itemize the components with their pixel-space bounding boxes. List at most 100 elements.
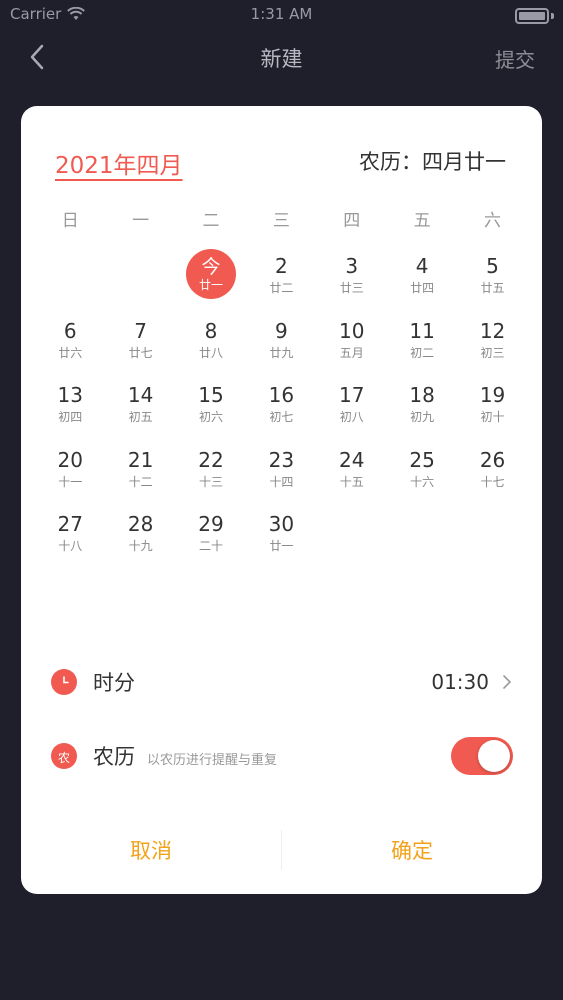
time-row[interactable]: 时分 01:30	[51, 662, 513, 702]
day-cell[interactable]: 21 十二	[105, 443, 175, 508]
status-bar: Carrier 1:31 AM	[0, 0, 563, 30]
day-cell[interactable]: 8 廿八	[176, 314, 246, 379]
day-lunar-label: 初九	[410, 410, 435, 424]
day-number: 17	[339, 383, 365, 407]
nav-bar: 新建 提交	[0, 30, 563, 86]
day-cell[interactable]: 17 初八	[317, 378, 387, 443]
toggle-knob	[478, 740, 510, 772]
day-number: 14	[127, 383, 154, 407]
day-cell-today[interactable]: 今廿一	[176, 249, 246, 314]
day-number: 21	[127, 447, 154, 472]
day-lunar-label: 廿二	[269, 281, 294, 295]
lunar-label: 农历	[93, 745, 135, 769]
weekday-label: 三	[272, 211, 290, 231]
day-lunar-label: 初四	[58, 410, 83, 424]
day-cell[interactable]: 22 十三	[176, 443, 246, 508]
today-marker: 今廿一	[185, 249, 236, 299]
day-cell[interactable]: 18 初九	[387, 378, 457, 443]
day-number: 20	[57, 447, 83, 472]
day-number: 今	[201, 255, 221, 278]
day-lunar-label: 廿六	[58, 345, 83, 360]
dialog-footer: 取消 确定	[21, 806, 542, 894]
day-cell[interactable]: 25 十六	[387, 443, 457, 508]
day-number: 22	[198, 447, 224, 472]
day-lunar-label: 初七	[269, 410, 294, 424]
submit-button[interactable]: 提交	[495, 44, 535, 73]
day-number: 25	[409, 447, 435, 472]
cancel-button[interactable]: 取消	[21, 806, 281, 894]
day-cell[interactable]: 6 廿六	[35, 314, 105, 379]
chevron-right-icon	[503, 674, 513, 690]
day-cell[interactable]: 24 十五	[317, 443, 387, 508]
day-lunar-label: 廿七	[128, 345, 153, 360]
day-number: 6	[63, 318, 77, 343]
clock-icon	[51, 669, 77, 695]
day-cell[interactable]: 20 十一	[35, 443, 105, 508]
clock-time: 1:31 AM	[250, 5, 313, 23]
day-number: 30	[268, 512, 295, 536]
day-number: 9	[275, 318, 288, 343]
day-lunar-label: 初二	[410, 345, 435, 360]
day-lunar-label: 十五	[339, 474, 364, 489]
day-cell[interactable]: 3 廿三	[317, 249, 387, 314]
day-lunar-label: 十七	[480, 474, 505, 489]
day-number: 18	[409, 383, 435, 407]
date-picker-card: 2021年四月 农历：四月廿一 日 一 二 三 四 五 六 今廿一 2 廿二 3 廿三 4 廿四 5 廿五 6…	[21, 106, 542, 894]
day-cell[interactable]: 12 初三	[457, 314, 527, 379]
day-cell[interactable]: 14 初五	[105, 378, 175, 443]
day-cell[interactable]: 15 初六	[176, 378, 246, 443]
day-cell[interactable]: 29 二十	[176, 507, 246, 572]
lunar-icon-char: 农	[57, 750, 70, 765]
day-lunar-label: 十八	[58, 539, 83, 553]
day-cell[interactable]: 19 初十	[457, 378, 527, 443]
empty-day-cell	[105, 249, 175, 314]
day-cell[interactable]: 7 廿七	[105, 314, 175, 379]
weekday-label: 日	[61, 211, 79, 231]
day-cell[interactable]: 27 十八	[35, 507, 105, 572]
day-lunar-label: 廿九	[269, 345, 294, 360]
day-cell[interactable]: 13 初四	[35, 378, 105, 443]
lunar-toggle[interactable]	[451, 737, 513, 775]
time-label: 时分	[93, 671, 135, 695]
day-number: 7	[134, 318, 147, 343]
calendar-grid: 今廿一 2 廿二 3 廿三 4 廿四 5 廿五 6 廿六 7 廿七 8 廿八 9 廿九 10 五月 11 初二 12 初三 1…	[35, 249, 528, 572]
day-cell[interactable]: 28 十九	[105, 507, 175, 572]
day-cell[interactable]: 5 廿五	[457, 249, 527, 314]
day-cell[interactable]: 9 廿九	[246, 314, 316, 379]
day-lunar-label: 廿八	[198, 345, 223, 360]
day-number: 10	[339, 318, 365, 343]
day-lunar-label: 初六	[198, 410, 223, 424]
day-lunar-label: 十九	[128, 539, 153, 553]
lunar-calendar-icon: 农	[51, 743, 77, 769]
day-lunar-label: 十六	[410, 474, 435, 489]
month-title[interactable]: 2021年四月	[55, 146, 183, 180]
lunar-row: 农 农历 以农历进行提醒与重复	[51, 736, 513, 776]
day-lunar-label: 五月	[339, 345, 364, 360]
day-number: 29	[198, 512, 224, 536]
day-number: 19	[479, 383, 506, 407]
day-cell[interactable]: 10 五月	[317, 314, 387, 379]
day-cell[interactable]: 2 廿二	[246, 249, 316, 314]
weekday-label: 二	[202, 211, 220, 231]
day-cell[interactable]: 26 十七	[457, 443, 527, 508]
day-number: 13	[57, 383, 83, 407]
confirm-button[interactable]: 确定	[282, 806, 542, 894]
day-cell[interactable]: 4 廿四	[387, 249, 457, 314]
day-lunar-label: 廿五	[480, 281, 505, 295]
day-number: 23	[268, 447, 295, 472]
day-number: 2	[275, 254, 288, 278]
day-lunar-label: 初十	[480, 410, 505, 424]
day-cell[interactable]: 23 十四	[246, 443, 316, 508]
lunar-date-label: 农历：四月廿一	[359, 150, 506, 174]
day-lunar-label: 十四	[269, 474, 294, 489]
battery-cap	[551, 13, 554, 19]
weekday-label: 六	[484, 211, 502, 231]
day-number: 5	[486, 254, 499, 278]
day-cell[interactable]: 11 初二	[387, 314, 457, 379]
day-number: 28	[127, 512, 154, 536]
day-number: 15	[198, 383, 224, 407]
day-lunar-label: 十一	[58, 474, 83, 489]
day-cell[interactable]: 30 廿一	[246, 507, 316, 572]
day-cell[interactable]: 16 初七	[246, 378, 316, 443]
weekday-header: 日一二三四五六	[35, 206, 528, 231]
